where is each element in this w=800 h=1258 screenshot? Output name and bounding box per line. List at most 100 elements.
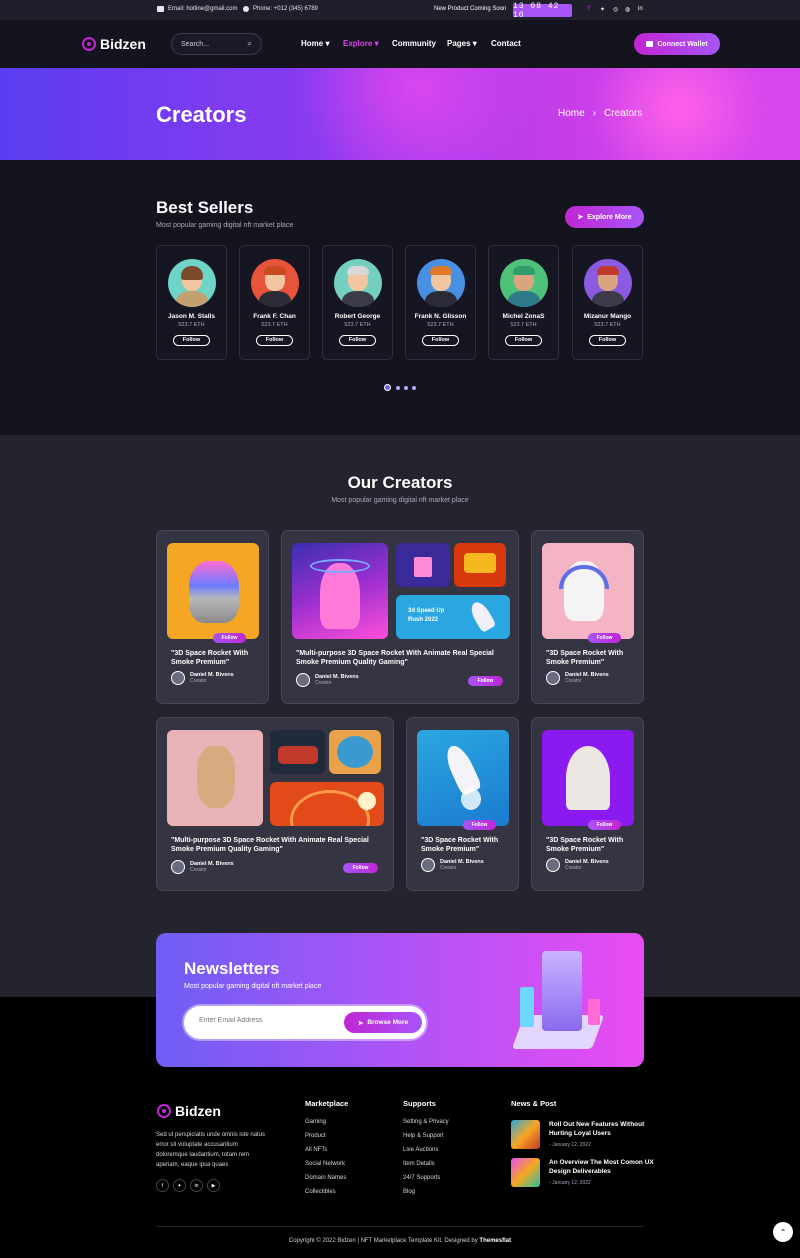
linkedin-icon[interactable]: in	[638, 6, 643, 12]
footer-link[interactable]: Product	[305, 1133, 326, 1139]
seller-name: Frank F. Chan	[253, 313, 296, 320]
footer-link[interactable]: Collectibles	[305, 1189, 336, 1195]
nft-image[interactable]: 3d Speed Up Rush 2022	[396, 595, 510, 639]
contact-phone[interactable]: Phone: +012 (345) 6789	[243, 6, 318, 12]
isometric-building-illustration	[498, 943, 618, 1059]
logo-icon	[82, 37, 96, 51]
twitter-icon[interactable]: ✦	[173, 1179, 186, 1192]
creator-card[interactable]: "Multi-purpose 3D Space Rocket With Anim…	[156, 717, 394, 891]
footer-link[interactable]: 24/7 Supports	[403, 1175, 440, 1181]
avatar	[583, 259, 632, 307]
creator-card[interactable]: 3d Speed Up Rush 2022 "Multi-purpose 3D …	[281, 530, 519, 704]
nft-image[interactable]	[542, 543, 634, 639]
footer-link[interactable]: Help & Support	[403, 1133, 444, 1139]
footer-link[interactable]: Blog	[403, 1189, 415, 1195]
creator-card[interactable]: Follow "3D Space Rocket With Smoke Premi…	[406, 717, 519, 891]
connect-wallet-button[interactable]: Connect Wallet	[634, 33, 720, 55]
nav-pages[interactable]: Pages ▾	[447, 39, 477, 48]
our-creators-subtitle: Most popular gaming digital nft market p…	[331, 497, 469, 504]
footer-link[interactable]: Item Details	[403, 1161, 435, 1167]
nft-image[interactable]	[329, 730, 381, 774]
nft-image[interactable]	[542, 730, 634, 826]
seller-card[interactable]: Michel ZonaS 523.7 ETH Follow	[488, 245, 559, 360]
footer-link[interactable]: Social Network	[305, 1161, 345, 1167]
facebook-icon[interactable]: f	[588, 6, 590, 12]
nav-explore[interactable]: Explore ▾	[343, 39, 379, 48]
footer-link[interactable]: Setting & Privacy	[403, 1119, 449, 1125]
nft-image[interactable]	[454, 543, 506, 587]
seller-name: Mizanur Mango	[583, 313, 632, 320]
follow-button[interactable]: Follow	[422, 335, 459, 346]
follow-button[interactable]: Follow	[468, 676, 503, 686]
youtube-icon[interactable]: ▶	[207, 1179, 220, 1192]
nft-image[interactable]	[270, 782, 384, 826]
footer-logo[interactable]: Bidzen	[157, 1103, 221, 1119]
top-bar: Email: hotline@gmail.com Phone: +012 (34…	[0, 0, 800, 20]
linkedin-icon[interactable]: in	[190, 1179, 203, 1192]
wallet-icon	[646, 41, 654, 47]
follow-button[interactable]: Follow	[173, 335, 210, 346]
nft-image[interactable]	[396, 543, 450, 587]
author: Daniel M. Bivens Creator	[546, 858, 609, 872]
follow-button[interactable]: Follow	[505, 335, 542, 346]
follow-button[interactable]: Follow	[463, 820, 496, 830]
breadcrumb-home[interactable]: Home	[558, 108, 585, 119]
designer-link[interactable]: Themesflat	[479, 1238, 511, 1244]
email-field[interactable]	[199, 1017, 329, 1024]
footer-link[interactable]: Gaming	[305, 1119, 326, 1125]
carousel-dot[interactable]	[404, 386, 408, 390]
nft-image[interactable]	[270, 730, 325, 774]
nav-contact[interactable]: Contact	[491, 39, 521, 48]
seller-card[interactable]: Frank N. Glisson 523.7 ETH Follow	[405, 245, 476, 360]
nft-image[interactable]	[167, 543, 259, 639]
follow-button[interactable]: Follow	[339, 335, 376, 346]
follow-button[interactable]: Follow	[343, 863, 378, 873]
news-thumbnail[interactable]	[511, 1120, 540, 1149]
nav-home[interactable]: Home ▾	[301, 39, 329, 48]
news-thumbnail[interactable]	[511, 1158, 540, 1187]
footer-link[interactable]: Live Auctions	[403, 1147, 438, 1153]
seller-card[interactable]: Frank F. Chan 523.7 ETH Follow	[239, 245, 310, 360]
explore-more-button[interactable]: ➤ Explore More	[565, 206, 644, 228]
seller-card[interactable]: Mizanur Mango 523.7 ETH Follow	[572, 245, 643, 360]
chevron-up-icon: ⌃	[779, 1227, 787, 1237]
avatar	[421, 858, 435, 872]
nft-image[interactable]	[167, 730, 263, 826]
facebook-icon[interactable]: f	[156, 1179, 169, 1192]
avatar	[546, 671, 560, 685]
creator-card[interactable]: Follow "3D Space Rocket With Smoke Premi…	[531, 530, 644, 704]
footer-news-title: News & Post	[511, 1099, 557, 1108]
footer-link[interactable]: Domain Names	[305, 1175, 346, 1181]
creator-card[interactable]: Follow "3D Space Rocket With Smoke Premi…	[531, 717, 644, 891]
search-input[interactable]: Search... ⌕	[171, 33, 262, 55]
follow-button[interactable]: Follow	[588, 820, 621, 830]
card-title: "3D Space Rocket With Smoke Premium"	[421, 837, 499, 853]
follow-button[interactable]: Follow	[256, 335, 293, 346]
news-post-title[interactable]: Roll Out New Features Without Hurting Lo…	[549, 1120, 659, 1138]
nav-community[interactable]: Community	[392, 39, 436, 48]
nft-image[interactable]	[292, 543, 388, 639]
search-icon[interactable]: ⌕	[248, 39, 252, 49]
dribbble-icon[interactable]: ◍	[625, 6, 630, 13]
footer-link[interactable]: All NFTs	[305, 1147, 327, 1153]
follow-button[interactable]: Follow	[589, 335, 626, 346]
carousel-dot[interactable]	[396, 386, 400, 390]
carousel-dot[interactable]	[412, 386, 416, 390]
scroll-to-top-button[interactable]: ⌃	[773, 1222, 793, 1242]
calendar-icon: ▫	[549, 1180, 551, 1186]
seller-card[interactable]: Jason M. Stalls 523.7 ETH Follow	[156, 245, 227, 360]
newsletter-form: ➤ Browse More	[184, 1006, 426, 1039]
contact-email[interactable]: Email: hotline@gmail.com	[157, 6, 237, 12]
follow-button[interactable]: Follow	[213, 633, 246, 643]
news-post-title[interactable]: An Overview The Most Comon UX Design Del…	[549, 1158, 659, 1176]
carousel-dot-active[interactable]	[384, 384, 391, 391]
nft-image[interactable]	[417, 730, 509, 826]
follow-button[interactable]: Follow	[588, 633, 621, 643]
creator-card[interactable]: Follow "3D Space Rocket With Smoke Premi…	[156, 530, 269, 704]
instagram-icon[interactable]: ◎	[613, 6, 618, 13]
site-logo[interactable]: Bidzen	[82, 36, 146, 52]
seller-card[interactable]: Robert George 523.7 ETH Follow	[322, 245, 393, 360]
twitter-icon[interactable]: ✦	[600, 6, 605, 13]
browse-more-button[interactable]: ➤ Browse More	[344, 1012, 422, 1033]
calendar-icon: ▫	[549, 1142, 551, 1148]
